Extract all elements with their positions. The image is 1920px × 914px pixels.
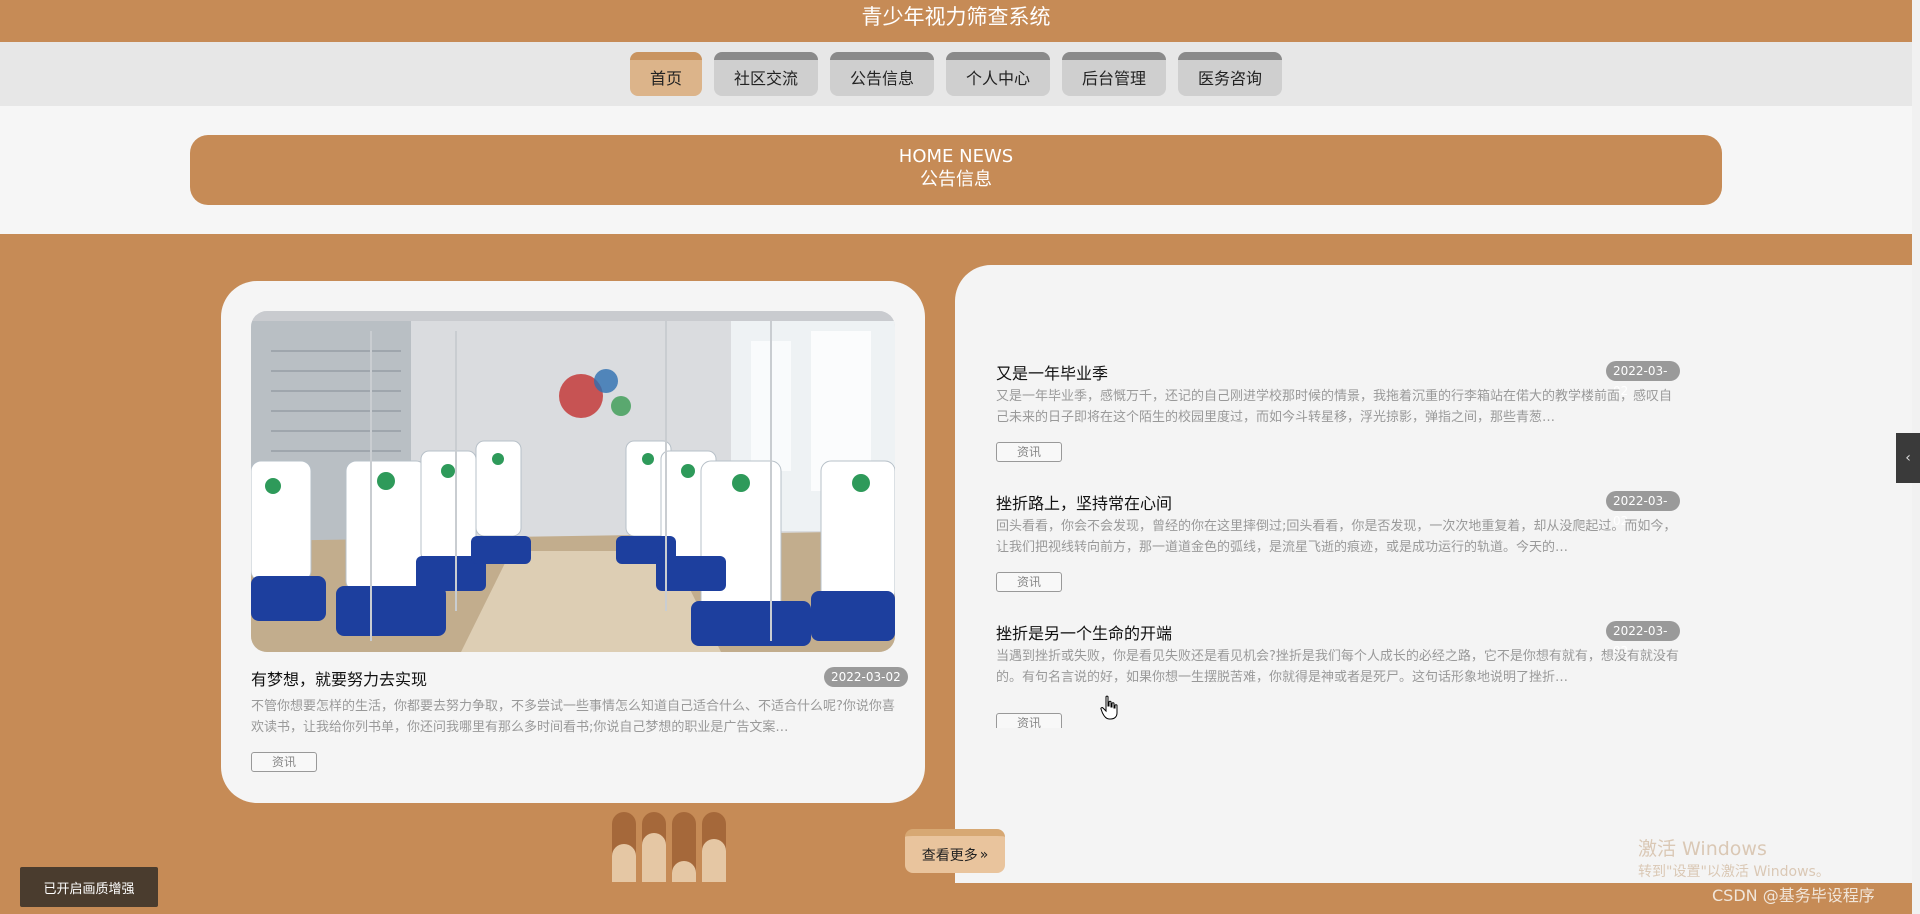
decorative-bar: [702, 812, 726, 882]
featured-news-tag[interactable]: 资讯: [251, 752, 317, 772]
news-item-title[interactable]: 挫折路上，坚持常在心间: [996, 490, 1172, 514]
decorative-bar: [672, 812, 696, 882]
nav-item-profile[interactable]: 个人中心: [946, 52, 1050, 96]
news-item-tag[interactable]: 资讯: [996, 442, 1062, 462]
quality-enhance-button[interactable]: 已开启画质增强: [20, 867, 158, 907]
news-list-item[interactable]: 挫折路上，坚持常在心间 2022-03-02 回头看看，你会不会发现，曾经的你在…: [996, 490, 1680, 615]
main-nav: 首页 社区交流 公告信息 个人中心 后台管理 医务咨询: [0, 42, 1912, 106]
news-item-tag[interactable]: 资讯: [996, 572, 1062, 592]
watermark-line-1: 激活 Windows: [1638, 838, 1767, 860]
section-title-en: HOME NEWS: [898, 146, 1014, 167]
hand-cursor-icon: [1100, 695, 1118, 720]
decorative-bar-fill: [672, 861, 696, 882]
news-item-date: 2022-03-02: [1606, 621, 1680, 658]
double-chevron-right-icon: »: [979, 846, 989, 863]
news-item-title[interactable]: 又是一年毕业季: [996, 360, 1108, 384]
nav-item-admin[interactable]: 后台管理: [1062, 52, 1166, 96]
nav-item-consultation[interactable]: 医务咨询: [1178, 52, 1282, 96]
news-list-item[interactable]: 又是一年毕业季 2022-03-02 又是一年毕业季，感慨万千，还记的自己刚进学…: [996, 360, 1680, 485]
nav-item-community[interactable]: 社区交流: [714, 52, 818, 96]
decorative-bar: [642, 812, 666, 882]
side-panel-toggle[interactable]: ‹: [1896, 433, 1920, 483]
nav-item-announcements[interactable]: 公告信息: [830, 52, 934, 96]
decorative-bar-fill: [642, 833, 666, 882]
featured-news-description: 不管你想要怎样的生活，你都要去努力争取，不多尝试一些事情怎么知道自己适合什么、不…: [251, 699, 895, 735]
news-item-date: 2022-03-02: [1606, 361, 1680, 398]
news-item-title[interactable]: 挫折是另一个生命的开端: [996, 620, 1172, 644]
news-item-description: 又是一年毕业季，感慨万千，还记的自己刚进学校那时候的情景，我拖着沉重的行李箱站在…: [996, 389, 1673, 425]
news-list-item[interactable]: 挫折是另一个生命的开端 2022-03-02 当遇到挫折或失败，你是看见失败还是…: [996, 620, 1680, 728]
watermark-line-2: 转到"设置"以激活 Windows。: [1638, 864, 1830, 880]
decorative-bars: [612, 812, 726, 882]
featured-news-date: 2022-03-02: [824, 667, 908, 687]
decorative-bar: [612, 812, 636, 882]
view-more-button[interactable]: 查看更多 »: [905, 829, 1005, 873]
featured-news-title[interactable]: 有梦想，就要努力去实现: [251, 666, 427, 690]
section-title-banner: HOME NEWS 公告信息: [190, 135, 1722, 205]
section-title-cn: 公告信息: [920, 169, 992, 190]
app-title: 青少年视力筛查系统: [0, 0, 1912, 42]
news-item-description: 当遇到挫折或失败，你是看见失败还是看见机会?挫折是我们每个人成长的必经之路，它不…: [996, 649, 1679, 685]
source-credit: CSDN @基务毕设程序: [1712, 886, 1875, 905]
news-list-panel: 又是一年毕业季 2022-03-02 又是一年毕业季，感慨万千，还记的自己刚进学…: [955, 265, 1912, 883]
decorative-bar-fill: [612, 843, 636, 882]
featured-news-card[interactable]: 有梦想，就要努力去实现 2022-03-02 不管你想要怎样的生活，你都要去努力…: [221, 281, 925, 803]
news-item-description: 回头看看，你会不会发现，曾经的你在这里摔倒过;回头看看，你是否发现，一次次地重复…: [996, 519, 1677, 555]
view-more-label: 查看更多: [921, 847, 978, 864]
chevron-left-icon: ‹: [1905, 450, 1911, 466]
featured-news-image[interactable]: [251, 311, 895, 652]
news-item-date: 2022-03-02: [1606, 491, 1680, 528]
windows-activation-watermark: 激活 Windows 转到"设置"以激活 Windows。: [1638, 838, 1830, 882]
decorative-bar-fill: [702, 838, 726, 882]
nav-item-home[interactable]: 首页: [630, 52, 702, 96]
news-item-tag[interactable]: 资讯: [996, 713, 1062, 728]
